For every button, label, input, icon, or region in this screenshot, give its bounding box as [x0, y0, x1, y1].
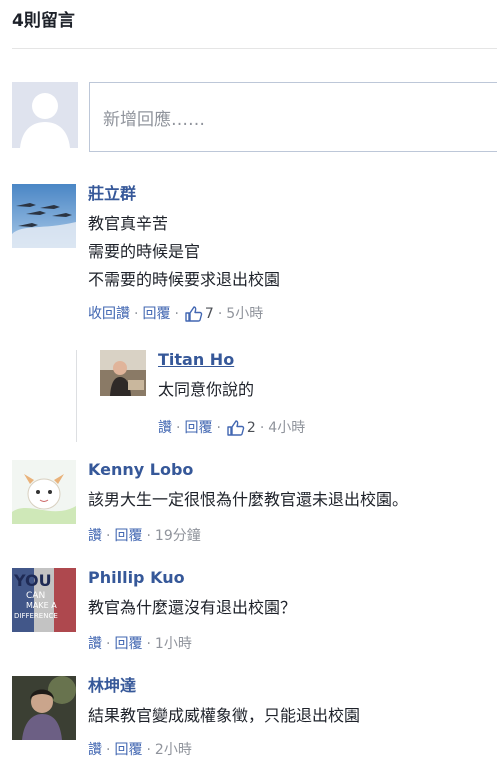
separator: ·: [106, 742, 111, 758]
reply-thread-line: [76, 350, 77, 442]
like-count[interactable]: 7: [205, 304, 214, 324]
separator: ·: [134, 306, 139, 322]
comment-timestamp[interactable]: 2小時: [155, 740, 192, 760]
avatar-caption: MAKE A: [26, 601, 57, 610]
reply-link[interactable]: 回覆: [114, 526, 142, 546]
like-count[interactable]: 2: [247, 418, 256, 438]
comment-author[interactable]: 林坤達: [88, 676, 497, 696]
divider: [12, 48, 497, 49]
avatar[interactable]: [12, 460, 76, 524]
separator: ·: [174, 306, 179, 322]
separator: ·: [106, 636, 111, 652]
like-link[interactable]: 讚: [88, 634, 102, 654]
separator: ·: [106, 528, 111, 544]
thumbs-up-icon[interactable]: [227, 420, 245, 436]
comment-actions: 讚 · 回覆 · 2小時: [88, 740, 497, 760]
separator: ·: [176, 420, 181, 436]
comment-actions: 收回讚 · 回覆 · 7 · 5小時: [88, 304, 497, 324]
compose-area: 新增回應……: [12, 82, 497, 154]
comment-actions: 讚 · 回覆 · 1小時: [88, 634, 497, 654]
avatar: [12, 82, 78, 148]
comment-actions: 讚 · 回覆 · 19分鐘: [88, 526, 497, 546]
separator: ·: [259, 420, 265, 436]
avatar[interactable]: [12, 676, 76, 740]
comment-text: 教官真辛苦 需要的時候是官 不需要的時候要求退出校園: [88, 214, 281, 289]
separator: ·: [216, 420, 221, 436]
reply-author[interactable]: Titan Ho: [158, 350, 497, 370]
comment-text: 教官為什麼還沒有退出校園？: [88, 598, 297, 617]
like-link[interactable]: 讚: [88, 526, 102, 546]
like-link[interactable]: 讚: [158, 418, 172, 438]
unlike-link[interactable]: 收回讚: [88, 304, 130, 324]
thumbs-up-icon[interactable]: [185, 306, 203, 322]
reply-text: 太同意你說的: [158, 380, 255, 399]
separator: ·: [146, 528, 151, 544]
comment-timestamp[interactable]: 1小時: [155, 634, 192, 654]
avatar[interactable]: [100, 350, 146, 396]
reply-input[interactable]: 新增回應……: [89, 82, 497, 152]
separator: ·: [146, 742, 151, 758]
reply-link[interactable]: 回覆: [114, 634, 142, 654]
comment-timestamp[interactable]: 5小時: [226, 304, 263, 324]
comment-count-heading: 4則留言: [12, 11, 75, 31]
reply-link[interactable]: 回覆: [142, 304, 170, 324]
comment-author[interactable]: 莊立群: [88, 184, 497, 204]
reply-link[interactable]: 回覆: [184, 418, 212, 438]
avatar[interactable]: [12, 184, 76, 248]
comment-author[interactable]: Phillip Kuo: [88, 568, 497, 588]
reply-actions: 讚 · 回覆 · 2 · 4小時: [158, 418, 497, 438]
like-link[interactable]: 讚: [88, 740, 102, 760]
reply-link[interactable]: 回覆: [114, 740, 142, 760]
avatar-caption: DIFFERENCE: [14, 612, 58, 620]
separator: ·: [146, 636, 151, 652]
avatar-caption: YOU: [13, 571, 52, 590]
comment-timestamp[interactable]: 19分鐘: [155, 526, 201, 546]
comment-text: 結果教官變成威權象徵，只能退出校園: [88, 706, 361, 725]
separator: ·: [217, 306, 223, 322]
avatar-caption: CAN: [26, 591, 45, 601]
avatar[interactable]: YOU CAN MAKE A DIFFERENCE: [12, 568, 76, 632]
comment-text: 該男大生一定很恨為什麼教官還未退出校園。: [88, 490, 409, 509]
comment-author[interactable]: Kenny Lobo: [88, 460, 497, 480]
reply-timestamp[interactable]: 4小時: [268, 418, 305, 438]
